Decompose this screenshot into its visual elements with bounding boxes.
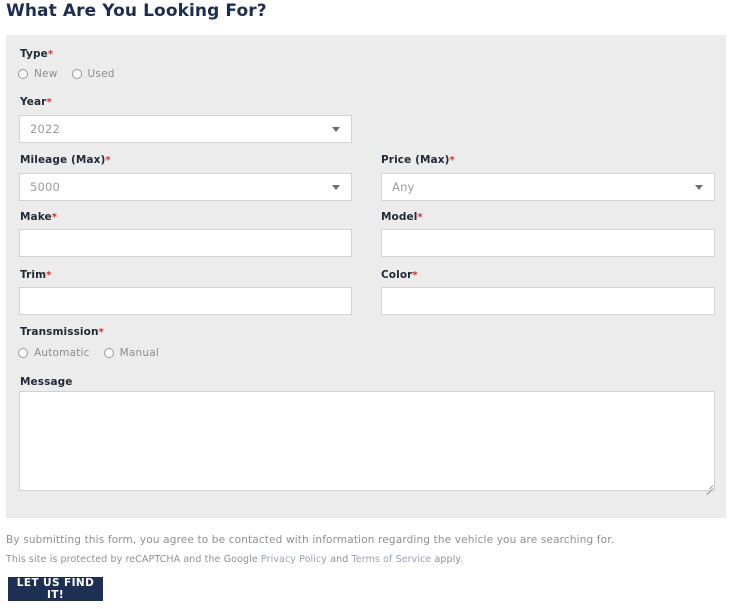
color-input[interactable] [381,287,715,315]
privacy-policy-link[interactable]: Privacy Policy [261,554,327,565]
transmission-radio-automatic-label: Automatic [34,347,90,359]
required-asterisk: * [417,212,423,223]
trim-label: Trim* [20,269,52,281]
radio-circle-icon[interactable] [18,69,28,79]
model-label: Model* [381,211,423,223]
mileage-max-label: Mileage (Max)* [20,154,111,166]
required-asterisk: * [47,49,54,60]
recaptcha-suffix: apply. [431,554,463,565]
terms-of-service-link[interactable]: Terms of Service [352,554,432,565]
mileage-max-select[interactable]: 5000 [19,173,352,201]
make-input[interactable] [19,229,352,257]
transmission-radio-manual-label: Manual [119,347,160,359]
type-label: Type* [20,48,54,60]
recaptcha-middle: and [327,554,352,565]
price-max-select-value: Any [392,180,415,194]
type-radio-used[interactable]: Used [71,68,115,80]
transmission-radio-group[interactable]: Automatic Manual [18,347,173,359]
form-disclaimer: By submitting this form, you agree to be… [6,534,615,546]
message-textarea[interactable] [19,391,715,491]
transmission-radio-manual[interactable]: Manual [103,347,160,359]
year-select[interactable]: 2022 [19,115,352,143]
required-asterisk: * [412,270,418,281]
mileage-max-select-value: 5000 [30,180,61,194]
price-max-label: Price (Max)* [381,154,455,166]
type-radio-new[interactable]: New [18,68,58,80]
trim-input[interactable] [19,287,352,315]
radio-circle-icon[interactable] [18,348,28,358]
radio-circle-icon[interactable] [71,69,82,79]
year-select-value: 2022 [30,122,61,136]
required-asterisk: * [449,155,455,166]
chevron-down-icon[interactable] [695,184,703,190]
transmission-label: Transmission* [20,326,104,338]
submit-button[interactable]: LET US FIND IT! [8,577,103,601]
chevron-down-icon[interactable] [332,184,340,190]
message-label: Message [20,376,73,388]
model-input[interactable] [381,229,715,257]
page-title: What Are You Looking For? [6,1,267,21]
required-asterisk: * [98,327,104,338]
type-radio-new-label: New [34,68,58,80]
transmission-radio-automatic[interactable]: Automatic [18,347,90,359]
type-radio-group[interactable]: New Used [18,68,129,80]
required-asterisk: * [105,155,111,166]
make-label: Make* [20,211,58,223]
required-asterisk: * [46,270,52,281]
recaptcha-prefix: This site is protected by reCAPTCHA and … [6,554,261,565]
color-label: Color* [381,269,418,281]
chevron-down-icon[interactable] [332,126,340,132]
year-label: Year* [20,96,52,108]
required-asterisk: * [51,212,58,223]
recaptcha-notice: This site is protected by reCAPTCHA and … [6,554,463,565]
required-asterisk: * [46,97,52,108]
type-radio-used-label: Used [87,68,115,80]
price-max-select[interactable]: Any [381,173,715,201]
radio-circle-icon[interactable] [103,348,114,358]
